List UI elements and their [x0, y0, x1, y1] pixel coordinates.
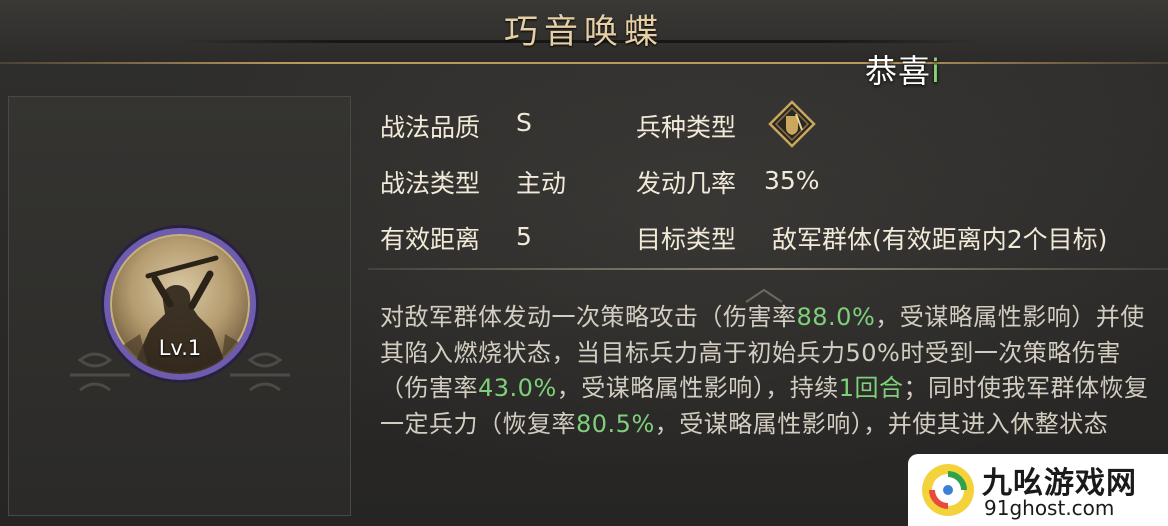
- congrats-tail: i: [931, 52, 941, 90]
- type-value: 主动: [516, 169, 567, 198]
- target-label: 目标类型: [636, 225, 737, 254]
- quality-label: 战法品质: [380, 113, 481, 142]
- desc-duration: 1回合: [838, 374, 904, 402]
- shield-diamond-icon[interactable]: [768, 100, 816, 148]
- desc-text-3: ，受谋略属性影响），持续: [556, 374, 839, 402]
- skill-description: 对敌军群体发动一次策略攻击（伤害率88.0%，受谋略属性影响）并使其陷入燃烧状态…: [380, 300, 1160, 442]
- quality-value: S: [516, 108, 532, 137]
- section-divider: [368, 268, 1168, 270]
- desc-text-1: 对敌军群体发动一次策略攻击（伤害率: [380, 303, 797, 331]
- desc-heal-rate: 80.5%: [576, 409, 655, 438]
- range-value: 5: [516, 222, 532, 251]
- congrats-banner: 恭喜i: [865, 46, 941, 92]
- skill-title: 巧音唤蝶: [504, 12, 664, 52]
- watermark-logo-icon: [922, 464, 974, 516]
- watermark: 九吆游戏网 91ghost.com: [908, 454, 1168, 526]
- target-value: 敌军群体(有效距离内2个目标): [772, 225, 1108, 254]
- rate-label: 发动几率: [636, 169, 737, 198]
- skill-level: Lv.1: [158, 336, 202, 360]
- desc-text-5: ，受谋略属性影响），并使其进入休整状态: [654, 409, 1109, 438]
- desc-damage-rate: 88.0%: [796, 303, 876, 331]
- range-label: 有效距离: [380, 225, 481, 254]
- type-label: 战法类型: [380, 169, 481, 198]
- watermark-url: 91ghost.com: [984, 496, 1115, 520]
- troop-label: 兵种类型: [636, 113, 737, 142]
- skill-medal[interactable]: Lv.1: [104, 228, 256, 380]
- title-divider: [0, 62, 1168, 64]
- desc-burn-rate: 43.0%: [478, 374, 557, 402]
- congrats-text: 恭喜: [865, 52, 932, 90]
- rate-value: 35%: [764, 166, 820, 195]
